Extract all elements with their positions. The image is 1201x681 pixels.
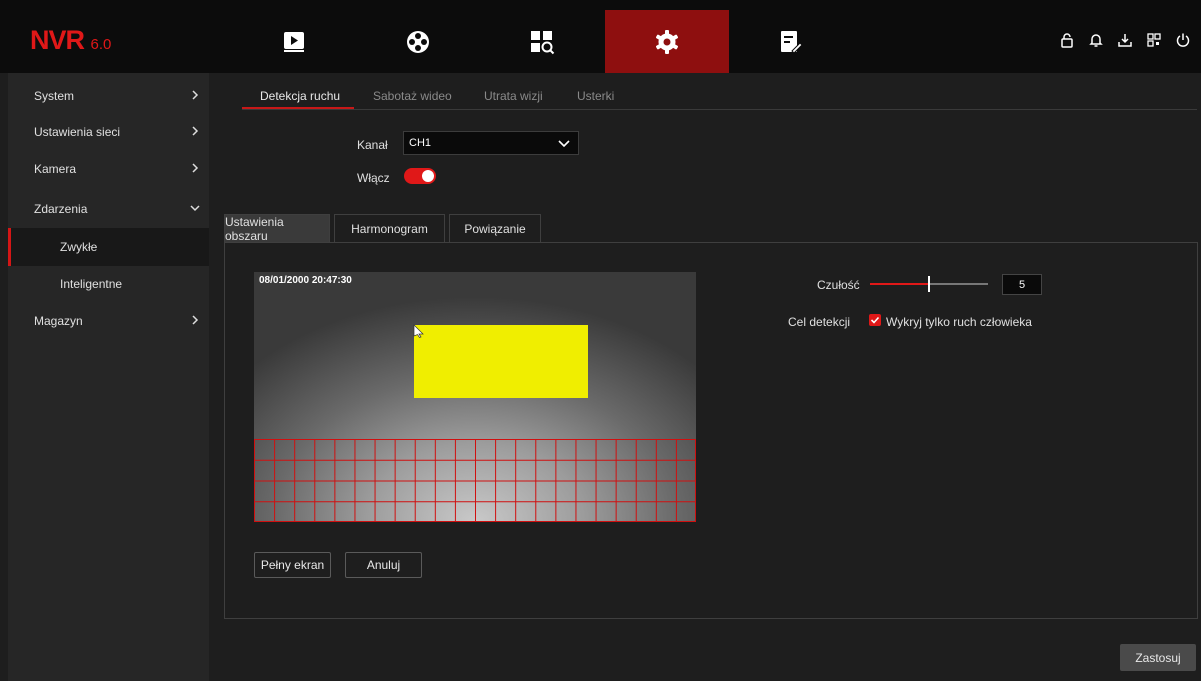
channel-label: Kanał [357, 138, 388, 152]
nav-playback[interactable] [232, 10, 356, 73]
sidebar-item-label: Zwykłe [60, 240, 98, 254]
qr-icon [1147, 33, 1161, 47]
sidebar-item-system[interactable]: System [8, 77, 209, 115]
slider-handle[interactable] [928, 276, 930, 292]
camera-preview[interactable]: 08/01/2000 20:47:30 [254, 272, 696, 522]
tab-linkage[interactable]: Powiązanie [449, 214, 541, 243]
download-button[interactable] [1113, 30, 1137, 50]
nav-settings[interactable] [605, 10, 729, 73]
power-icon [1176, 33, 1190, 47]
playback-icon [284, 31, 304, 52]
chevron-right-icon [192, 126, 199, 136]
chevron-right-icon [192, 315, 199, 325]
motion-grid[interactable] [254, 439, 696, 522]
enable-label: Włącz [357, 171, 390, 185]
app-logo: NVR 6.0 [30, 25, 112, 55]
sidebar-item-label: Zdarzenia [34, 202, 88, 216]
chevron-right-icon [192, 163, 199, 173]
sidebar-item-storage[interactable]: Magazyn [8, 302, 209, 340]
nav-maintenance[interactable] [729, 10, 853, 73]
sidebar: System Ustawienia sieci Kamera Zdarzenia… [8, 73, 209, 681]
top-icons [1050, 30, 1195, 50]
sidebar-item-network[interactable]: Ustawienia sieci [8, 113, 209, 151]
sidebar-item-label: Magazyn [34, 314, 83, 328]
power-button[interactable] [1171, 30, 1195, 50]
human-only-label: Wykryj tylko ruch człowieka [886, 315, 1032, 329]
tab-video-loss[interactable]: Utrata wizji [484, 89, 543, 103]
download-icon [1118, 34, 1132, 47]
sensitivity-value[interactable]: 5 [1002, 274, 1042, 295]
human-only-checkbox[interactable] [869, 314, 881, 326]
chevron-right-icon [192, 90, 199, 100]
detection-zone[interactable] [414, 325, 588, 398]
sidebar-item-normal[interactable]: Zwykłe [8, 228, 209, 266]
video-timestamp: 08/01/2000 20:47:30 [259, 275, 352, 286]
maintenance-icon [781, 30, 803, 54]
tab-motion-detection[interactable]: Detekcja ruchu [260, 89, 340, 103]
nav-search[interactable] [480, 10, 604, 73]
reel-icon [407, 30, 429, 53]
sidebar-item-events[interactable]: Zdarzenia [8, 190, 209, 228]
fullscreen-button[interactable]: Pełny ekran [254, 552, 331, 578]
nav-reel[interactable] [356, 10, 480, 73]
qr-button[interactable] [1142, 30, 1166, 50]
active-tab-indicator [242, 107, 354, 109]
bell-icon [1089, 34, 1103, 47]
detection-target-label: Cel detekcji [788, 315, 851, 329]
settings-gear-icon [655, 29, 679, 54]
tab-video-tamper[interactable]: Sabotaż wideo [373, 89, 452, 103]
notifications-button[interactable] [1084, 30, 1108, 50]
chevron-down-icon [190, 205, 200, 212]
lock-button[interactable] [1055, 30, 1079, 50]
search-grid-icon [531, 30, 555, 54]
sidebar-item-label: Inteligentne [60, 277, 123, 291]
lock-icon [1061, 33, 1073, 48]
sensitivity-label: Czułość [817, 278, 860, 292]
tab-faults[interactable]: Usterki [577, 89, 614, 103]
cancel-button[interactable]: Anuluj [345, 552, 422, 578]
sidebar-item-label: System [34, 89, 75, 103]
sidebar-item-intelligent[interactable]: Inteligentne [8, 265, 209, 303]
chevron-down-icon [558, 140, 570, 148]
sidebar-item-label: Ustawienia sieci [34, 125, 121, 139]
apply-button[interactable]: Zastosuj [1120, 644, 1196, 671]
enable-toggle[interactable] [404, 168, 436, 184]
sidebar-item-camera[interactable]: Kamera [8, 150, 209, 188]
tab-area-settings[interactable]: Ustawienia obszaru [224, 214, 330, 243]
event-tabs: Detekcja ruchu Sabotaż wideo Utrata wizj… [242, 80, 1197, 110]
check-icon [870, 316, 880, 324]
top-bar: NVR 6.0 [0, 0, 1201, 73]
channel-value: CH1 [409, 137, 432, 149]
cursor-icon [413, 324, 424, 338]
slider-fill [870, 283, 929, 285]
channel-select[interactable]: CH1 [403, 131, 579, 155]
sidebar-item-label: Kamera [34, 162, 77, 176]
tab-schedule[interactable]: Harmonogram [334, 214, 445, 243]
sensitivity-slider[interactable] [870, 276, 988, 292]
